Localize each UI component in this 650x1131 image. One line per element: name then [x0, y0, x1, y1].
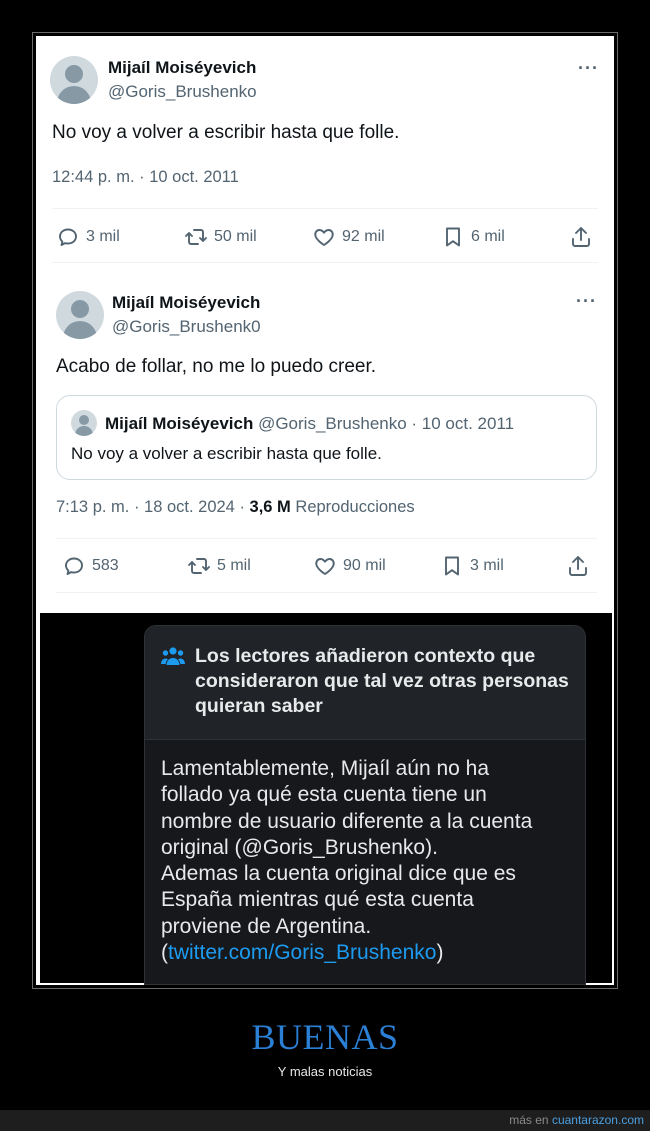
share-icon — [569, 556, 587, 576]
repost-icon — [185, 229, 207, 245]
author-name[interactable]: Mijaíl Moiséyevich — [112, 293, 260, 313]
people-icon — [161, 647, 185, 665]
bookmark-count: 6 mil — [471, 228, 505, 245]
reply-icon — [65, 557, 83, 575]
share-button[interactable] — [566, 554, 590, 578]
timestamp-text[interactable]: 7:13 p. m. · 18 oct. 2024 · — [56, 498, 250, 516]
views-label: Reproducciones — [295, 498, 415, 516]
community-note-title: Los lectores añadieron contexto que cons… — [195, 645, 569, 717]
quoted-text: No voy a volver a escribir hasta que fol… — [71, 444, 382, 463]
reply-count: 3 mil — [86, 228, 120, 245]
divider — [56, 538, 597, 539]
repost-button[interactable]: 5 mil — [187, 554, 251, 578]
heart-icon — [314, 229, 334, 246]
author-handle[interactable]: @Goris_Brushenko — [108, 82, 257, 102]
quoted-avatar — [71, 410, 97, 436]
avatar[interactable] — [50, 56, 98, 104]
share-button[interactable] — [569, 225, 593, 249]
divider — [56, 592, 597, 593]
bookmark-button[interactable]: 3 mil — [440, 554, 504, 578]
reply-button[interactable]: 3 mil — [56, 225, 120, 249]
quoted-header: Mijaíl Moiséyevich @Goris_Brushenko · 10… — [105, 414, 514, 434]
footer-text: más en cuantarazon.com — [509, 1113, 644, 1127]
like-button[interactable]: 90 mil — [313, 554, 386, 578]
bookmark-icon — [445, 556, 459, 576]
community-note-body: Lamentablemente, Mijaíl aún no ha follad… — [161, 756, 571, 966]
tweet-original[interactable]: Mijaíl Moiséyevich @Goris_Brushenko ··· … — [36, 36, 614, 281]
paren-open: ( — [161, 941, 168, 965]
more-options-icon[interactable]: ··· — [578, 58, 599, 79]
bookmark-button[interactable]: 6 mil — [441, 225, 505, 249]
quoted-meta: @Goris_Brushenko · 10 oct. 2011 — [258, 414, 515, 433]
tweet-timestamp[interactable]: 12:44 p. m. · 10 oct. 2011 — [52, 168, 239, 187]
avatar[interactable] — [56, 291, 104, 339]
share-icon — [572, 227, 590, 247]
author-handle[interactable]: @Goris_Brushenk0 — [112, 317, 261, 337]
author-name[interactable]: Mijaíl Moiséyevich — [108, 58, 256, 78]
quoted-author-name: Mijaíl Moiséyevich — [105, 414, 254, 433]
meme-frame: Mijaíl Moiséyevich @Goris_Brushenko ··· … — [32, 32, 618, 989]
community-note-header: Los lectores añadieron contexto que cons… — [145, 626, 585, 740]
repost-button[interactable]: 50 mil — [184, 225, 257, 249]
note-line: nombre de usuario diferente a la cuenta — [161, 809, 533, 833]
source-link[interactable]: twitter.com/Goris_Brushenko — [168, 941, 436, 964]
divider — [52, 262, 598, 263]
reply-icon — [59, 228, 77, 246]
footer-prefix: más en — [509, 1113, 552, 1127]
note-line: Lamentablemente, Mijaíl aún no ha — [161, 757, 490, 780]
paren-close: ) — [436, 941, 444, 965]
screenshot-panel: Mijaíl Moiséyevich @Goris_Brushenko ··· … — [36, 36, 614, 985]
note-line: proviene de Argentina. — [161, 914, 372, 938]
bookmark-count: 3 mil — [470, 557, 504, 574]
tweet-text: Acabo de follar, no me lo puedo creer. — [56, 356, 377, 377]
site-link[interactable]: cuantarazon.com — [552, 1113, 644, 1127]
reply-count: 583 — [92, 557, 119, 574]
community-note-screenshot: Los lectores añadieron contexto que cons… — [40, 613, 612, 985]
repost-count: 50 mil — [214, 228, 257, 245]
like-count: 90 mil — [343, 557, 386, 574]
note-line: Ademas la cuenta original dice que es — [161, 862, 516, 886]
footer-bar: más en cuantarazon.com — [0, 1110, 650, 1131]
tweet-timestamp: 7:13 p. m. · 18 oct. 2024 · 3,6 M Reprod… — [56, 498, 415, 517]
caption-subtitle: Y malas noticias — [277, 1064, 373, 1079]
note-source-line: (twitter.com/Goris_Brushenko) — [161, 940, 571, 966]
divider — [52, 208, 598, 209]
views-count: 3,6 M — [249, 498, 291, 516]
heart-icon — [315, 558, 335, 575]
repost-icon — [188, 558, 210, 574]
caption-title: BUENAS — [251, 1017, 399, 1057]
community-note-card: Los lectores añadieron contexto que cons… — [144, 625, 586, 985]
note-line: follado ya qué esta cuenta tiene un — [161, 783, 487, 807]
quoted-tweet-card[interactable]: Mijaíl Moiséyevich @Goris_Brushenko · 10… — [56, 395, 597, 480]
tweet-text: No voy a volver a escribir hasta que fol… — [52, 122, 400, 143]
note-line: original (@Goris_Brushenko). — [161, 835, 438, 859]
reply-button[interactable]: 583 — [62, 554, 119, 578]
note-line: España mientras qué esta cuenta — [161, 888, 474, 912]
like-count: 92 mil — [342, 228, 385, 245]
bookmark-icon — [446, 227, 460, 247]
like-button[interactable]: 92 mil — [312, 225, 385, 249]
repost-count: 5 mil — [217, 557, 251, 574]
more-options-icon[interactable]: ··· — [576, 291, 597, 312]
